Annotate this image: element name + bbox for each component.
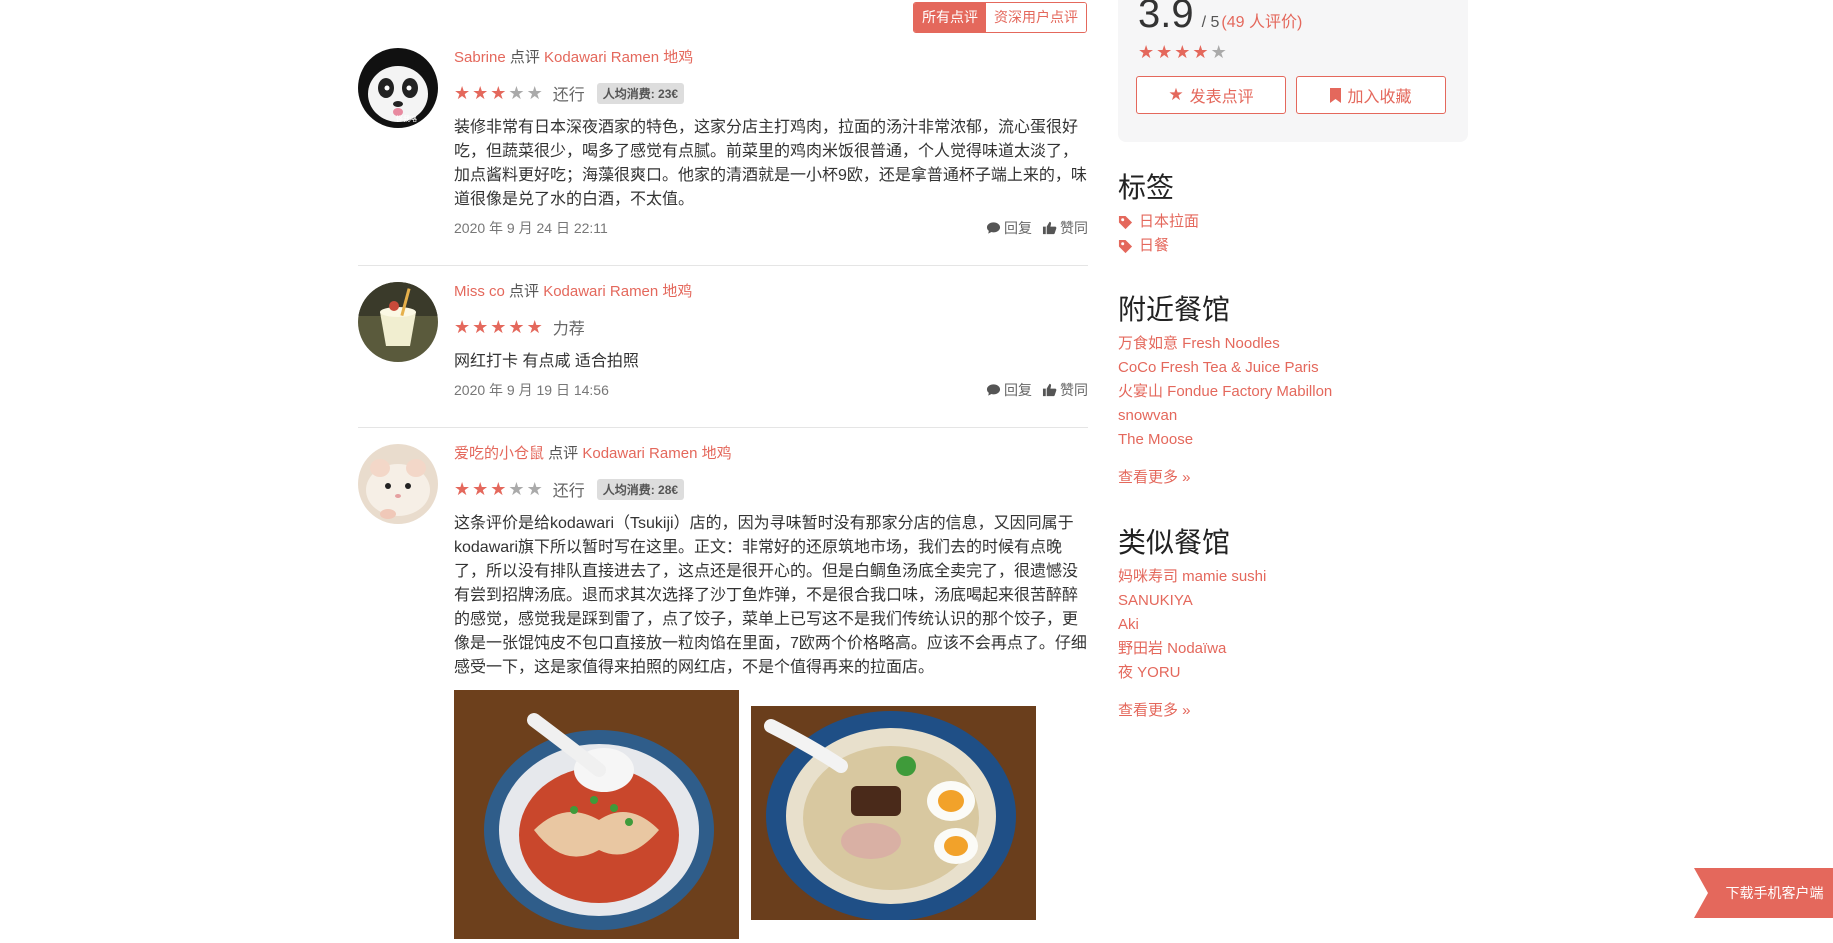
reviewer-link[interactable]: 爱吃的小仓鼠 [454,445,544,462]
tab-senior-reviews[interactable]: 资深用户点评 [986,3,1086,32]
review-photo-ramen[interactable] [751,706,1036,920]
reply-button[interactable]: 回复 [986,218,1032,238]
similar-restaurant-link[interactable]: 夜 YORU [1118,664,1181,681]
tag-link[interactable]: 日本拉面 [1139,210,1199,234]
reviewer-link[interactable]: Sabrine [454,49,506,66]
review-date: 2020 年 9 月 19 日 14:56 [454,382,609,398]
review-header: Miss co 点评 Kodawari Ramen 地鸡 [454,282,1088,302]
bookmark-button[interactable]: 加入收藏 [1296,76,1446,114]
nearby-restaurant-link[interactable]: 火宴山 Fondue Factory Mabillon [1118,383,1332,400]
tags-title: 标签 [1118,172,1175,203]
review-item: 怪我咯 Sabrine 点评 Kodawari Ramen 地鸡 ★ ★ ★ ★ ★ 还… [358,48,1088,248]
avatar[interactable]: 怪我咯 [358,48,438,128]
review-verb: 点评 [505,49,545,66]
nearby-title: 附近餐馆 [1118,294,1231,325]
similar-restaurant-link[interactable]: 妈咪寿司 mamie sushi [1118,568,1266,585]
rating-label: 力荐 [552,321,585,338]
like-label: 赞同 [1060,220,1088,236]
review-text: 网红打卡 有点咸 适合拍照 [454,353,639,370]
review-verb: 点评 [544,445,583,462]
similar-restaurant-link[interactable]: Aki [1118,616,1139,633]
score-stars: ★★★★★ [1138,42,1229,62]
tab-all-reviews[interactable]: 所有点评 [914,3,986,32]
divider [358,427,1088,428]
similar-restaurant-link[interactable]: 野田岩 Nodaïwa [1118,640,1226,657]
rating-stars: ★ ★ ★ ★ ★ [454,82,545,103]
divider [358,265,1088,266]
reply-button[interactable]: 回复 [986,380,1032,400]
reply-label: 回复 [1004,382,1032,398]
avatar[interactable] [358,444,438,524]
nearby-restaurant-link[interactable]: 万食如意 Fresh Noodles [1118,335,1280,352]
rating-label: 还行 [552,483,585,500]
tags-section: 标签 日本拉面 日餐 [1118,170,1468,258]
review-header: 爱吃的小仓鼠 点评 Kodawari Ramen 地鸡 [454,444,1088,464]
thumbs-up-icon [1042,383,1057,397]
review-item: 爱吃的小仓鼠 点评 Kodawari Ramen 地鸡 ★ ★ ★ ★ ★ 还行 人均消… [358,444,1088,684]
tag-item[interactable]: 日本拉面 [1118,210,1468,234]
similar-title: 类似餐馆 [1118,527,1231,558]
similar-more-link[interactable]: 查看更多 » [1118,699,1191,720]
download-app-ribbon[interactable]: 下载手机客户端 [1694,868,1833,918]
review-count-link[interactable]: (49 人评价) [1221,8,1302,32]
nearby-section: 附近餐馆 万食如意 Fresh Noodles CoCo Fresh Tea &… [1118,292,1468,487]
rating-label: 还行 [552,87,585,104]
bookmark-label: 加入收藏 [1347,89,1412,106]
score-out-of: / 5 [1201,14,1220,31]
review-text: 装修非常有日本深夜酒家的特色，这家分店主打鸡肉，拉面的汤汁非常浓郁，流心蛋很好吃… [454,119,1087,208]
review-photo-dumplings[interactable] [454,690,739,939]
rating-summary: 3.9 / 5 (49 人评价) ★★★★★ ★ 发表点评 加入收藏 [1118,0,1468,142]
reviewer-link[interactable]: Miss co [454,283,505,300]
avatar[interactable] [358,282,438,362]
review-item: Miss co 点评 Kodawari Ramen 地鸡 ★ ★ ★ ★ ★ 力荐 网红… [358,282,1088,412]
similar-restaurant-link[interactable]: SANUKIYA [1118,592,1193,609]
write-review-button[interactable]: ★ 发表点评 [1136,76,1286,114]
like-button[interactable]: 赞同 [1042,380,1088,400]
tag-icon [1118,239,1133,253]
star-icon: ★ [1168,85,1184,104]
restaurant-link[interactable]: Kodawari Ramen 地鸡 [582,445,731,462]
nearby-restaurant-link[interactable]: The Moose [1118,431,1193,448]
thumbs-up-icon [1042,221,1057,235]
score-value: 3.9 [1138,0,1194,36]
tag-icon [1118,215,1133,229]
download-app-label: 下载手机客户端 [1725,885,1824,901]
review-header: Sabrine 点评 Kodawari Ramen 地鸡 [454,48,1088,68]
rating-stars: ★ ★ ★ ★ ★ [454,478,545,499]
like-label: 赞同 [1060,382,1088,398]
rating-stars: ★ ★ ★ ★ ★ [454,316,545,337]
comment-icon [986,384,1001,396]
review-date: 2020 年 9 月 24 日 22:11 [454,220,608,236]
bookmark-icon [1330,87,1342,103]
tag-link[interactable]: 日餐 [1139,234,1169,258]
avatar-caption: 怪我咯 [396,116,417,123]
similar-section: 类似餐馆 妈咪寿司 mamie sushi SANUKIYA Aki 野田岩 N… [1118,525,1468,720]
reply-label: 回复 [1004,220,1032,236]
nearby-more-link[interactable]: 查看更多 » [1118,466,1191,487]
review-filter-tabs: 所有点评 资深用户点评 [913,2,1087,33]
like-button[interactable]: 赞同 [1042,218,1088,238]
tag-item[interactable]: 日餐 [1118,234,1468,258]
restaurant-link[interactable]: Kodawari Ramen 地鸡 [544,49,693,66]
review-text: 这条评价是给kodawari（Tsukiji）店的，因为寻味暂时没有那家分店的信… [454,515,1087,676]
restaurant-link[interactable]: Kodawari Ramen 地鸡 [543,283,692,300]
spend-badge: 人均消费: 23€ [596,82,685,104]
spend-badge: 人均消费: 28€ [596,478,685,500]
nearby-restaurant-link[interactable]: CoCo Fresh Tea & Juice Paris [1118,359,1319,376]
nearby-restaurant-link[interactable]: snowvan [1118,407,1177,424]
review-verb: 点评 [504,283,544,300]
comment-icon [986,222,1001,234]
write-review-label: 发表点评 [1189,89,1254,106]
